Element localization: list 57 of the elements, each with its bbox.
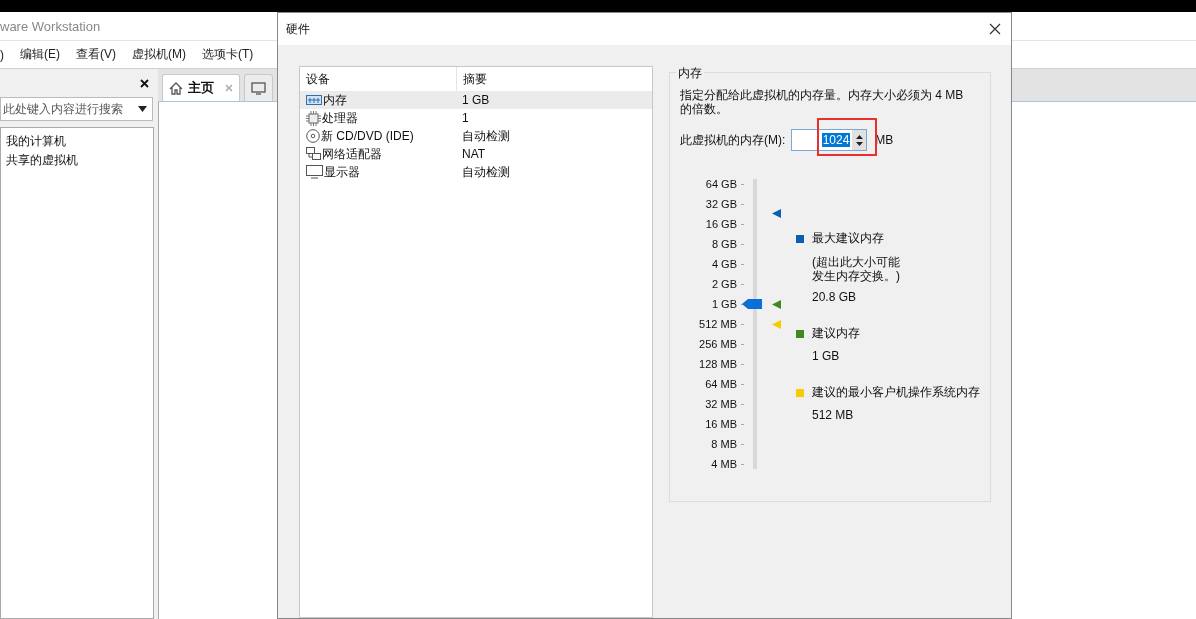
legend-title: 最大建议内存 <box>812 230 884 247</box>
menu-item[interactable]: ) <box>0 47 4 62</box>
memory-icon <box>306 94 322 106</box>
menu-item[interactable]: 编辑(E) <box>20 46 60 63</box>
scale-label: 32 MB <box>705 398 737 410</box>
device-row[interactable]: 处理器 1 <box>300 109 652 127</box>
legend-value: 1 GB <box>811 349 841 363</box>
scale-label: 32 GB <box>705 198 737 210</box>
scale-label: 128 MB <box>699 358 737 370</box>
scale-label: 16 MB <box>705 418 737 430</box>
monitor-icon <box>306 165 323 179</box>
tab[interactable]: 主页 <box>162 74 240 101</box>
scale-label: 4 GB <box>711 258 737 270</box>
window-title: ware Workstation <box>0 18 101 34</box>
memory-description: 指定分配给此虚拟机的内存量。内存大小必须为 4 MB 的倍数。 <box>680 88 965 116</box>
tab[interactable] <box>244 74 273 101</box>
group-title: 内存 <box>676 65 704 82</box>
scale-label: 64 GB <box>705 178 737 190</box>
scale-label: 2 GB <box>711 278 737 290</box>
memory-field[interactable]: 1024 <box>791 129 868 151</box>
disc-icon <box>306 129 320 143</box>
menu-item[interactable]: 选项卡(T) <box>202 46 254 63</box>
scale-label: 8 GB <box>711 238 737 250</box>
monitor-icon <box>251 81 266 95</box>
legend-value: 512 MB <box>811 408 855 422</box>
scale-label: 4 MB <box>711 458 737 470</box>
home-icon <box>169 81 183 95</box>
scale-label: 8 MB <box>711 438 737 450</box>
scale-label: 512 MB <box>699 318 737 330</box>
spin-buttons[interactable] <box>852 130 867 150</box>
legend-note: (超出此大小可能发生内存交换。) <box>811 255 901 283</box>
device-row[interactable]: 网络适配器 NAT <box>300 145 652 163</box>
scale-label: 1 GB <box>711 298 737 310</box>
library-item[interactable]: 共享的虚拟机 <box>1 151 153 170</box>
close-icon[interactable] <box>140 78 149 88</box>
library-item[interactable]: 我的计算机 <box>1 132 153 151</box>
field-label: 此虚拟机的内存(M): <box>680 131 786 149</box>
highlight-frame <box>817 118 877 156</box>
scale-label: 64 MB <box>705 378 737 390</box>
slider-thumb[interactable] <box>742 299 762 310</box>
device-row[interactable]: 内存 1 GB <box>300 91 652 109</box>
dialog-title: 硬件 <box>286 20 310 38</box>
device-row[interactable]: 新 CD/DVD (IDE) 自动检测 <box>300 127 652 145</box>
legend-value: 20.8 GB <box>811 290 858 304</box>
scale-label: 16 GB <box>705 218 737 230</box>
menu-item[interactable]: 虚拟机(M) <box>132 46 186 63</box>
scale-label: 256 MB <box>699 338 737 350</box>
network-icon <box>306 147 321 161</box>
chip-icon <box>306 110 321 126</box>
legend-title: 建议的最小客户机操作系统内存 <box>812 384 980 401</box>
legend-title: 建议内存 <box>812 325 860 342</box>
column-header[interactable]: 设备 <box>300 67 456 91</box>
dropdown-icon[interactable] <box>138 106 147 112</box>
search-field[interactable]: 此处键入内容进行搜索 <box>0 97 153 121</box>
menu-item[interactable]: 查看(V) <box>76 46 116 63</box>
close-icon[interactable] <box>989 23 1001 35</box>
device-row[interactable]: 显示器 自动检测 <box>300 163 652 181</box>
